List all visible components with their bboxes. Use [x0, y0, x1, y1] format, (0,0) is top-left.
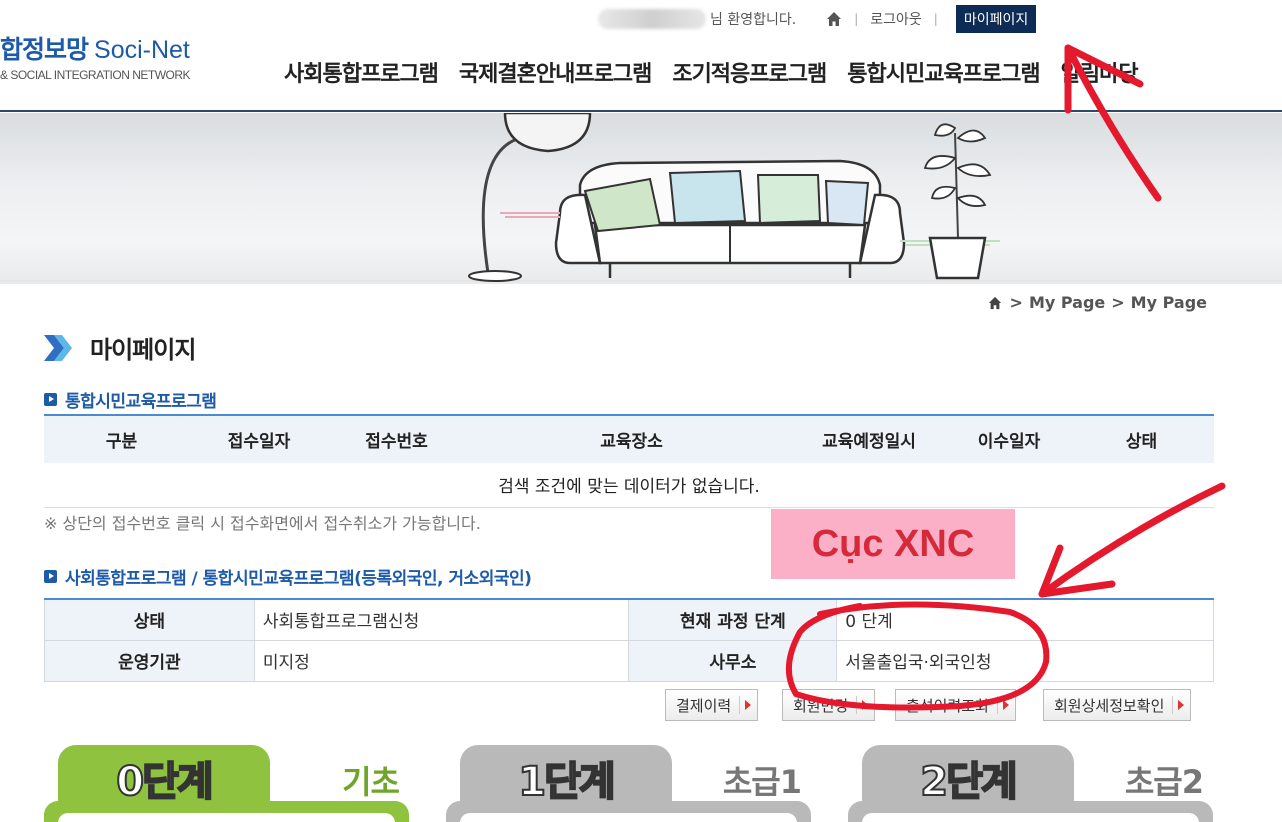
column-header: 이수일자 [949, 414, 1069, 463]
breadcrumb-separator: > [1111, 293, 1125, 312]
stage-number: 1단계 [517, 758, 616, 806]
utility-bar: 님 환영합니다. | 로그아웃 | 마이페이지 [598, 5, 1037, 33]
sofa-illustration [0, 113, 1282, 282]
stage-1-card[interactable]: 1단계 초급1 [446, 745, 811, 822]
double-chevron-icon [44, 334, 72, 361]
bullet-icon [44, 570, 57, 583]
breadcrumb-current: My Page [1130, 293, 1207, 312]
office-value: 서울출입국·외국인청 [836, 639, 1214, 682]
column-header: 교육예정일시 [789, 414, 949, 463]
org-value: 미지정 [253, 639, 630, 682]
civic-education-table: 구분 접수일자 접수번호 교육장소 교육예정일시 이수일자 상태 검색 조건에 … [44, 414, 1214, 508]
logo-subtitle: & SOCIAL INTEGRATION NETWORK [0, 68, 191, 82]
bullet-icon [44, 393, 57, 406]
table-row: 상태 사회통합프로그램신청 현재 과정 단계 0 단계 [44, 598, 1214, 641]
table-header-row: 구분 접수일자 접수번호 교육장소 교육예정일시 이수일자 상태 [44, 414, 1214, 463]
stage-level: 기초 [342, 763, 400, 801]
home-icon[interactable] [826, 11, 842, 27]
page-title-text: 마이페이지 [90, 336, 196, 364]
org-label: 운영기관 [44, 639, 255, 682]
annotation-text: Cục XNC [811, 522, 975, 565]
site-logo[interactable]: 합정보망 Soci-Net & SOCIAL INTEGRATION NETWOR… [0, 30, 191, 82]
main-navigation: 사회통합프로그램 국제결혼안내프로그램 조기적응프로그램 통합시민교육프로그램 … [284, 56, 1159, 88]
table-row: 운영기관 미지정 사무소 서울출입국·외국인청 [44, 639, 1214, 682]
office-label: 사무소 [628, 639, 838, 682]
button-label: 회원변경 [793, 696, 849, 715]
breadcrumb: > My Page > My Page [988, 293, 1207, 312]
divider: | [933, 12, 938, 26]
nav-item-social-integration[interactable]: 사회통합프로그램 [284, 56, 439, 88]
banner-image [0, 113, 1282, 284]
nav-item-intl-marriage[interactable]: 국제결혼안내프로그램 [459, 56, 652, 88]
button-label: 출석이력조회 [906, 696, 989, 715]
logout-link[interactable]: 로그아웃 [870, 9, 922, 29]
stage-card-inner [862, 813, 1199, 822]
empty-message: 검색 조건에 맞는 데이터가 없습니다. [44, 463, 1214, 508]
logo-english: Soci-Net [94, 36, 190, 64]
nav-item-early-adaptation[interactable]: 조기적응프로그램 [672, 56, 827, 88]
breadcrumb-separator: > [1009, 293, 1023, 312]
stage-level: 초급2 [1124, 763, 1204, 801]
table-row: 검색 조건에 맞는 데이터가 없습니다. [44, 463, 1214, 508]
nav-item-civic-education[interactable]: 통합시민교육프로그램 [847, 56, 1040, 88]
section-title: 통합시민교육프로그램 [65, 392, 217, 412]
status-value: 사회통합프로그램신청 [253, 598, 630, 641]
stage-label: 현재 과정 단계 [628, 598, 838, 641]
stage-card-inner [58, 813, 395, 822]
section-title: 사회통합프로그램 / 통합시민교육프로그램(등록외국인, 거소외국인) [65, 569, 532, 589]
blurred-username [598, 9, 706, 29]
arrow-right-icon [1172, 696, 1184, 714]
stage-number: 2단계 [919, 758, 1018, 806]
annotation-label: Cục XNC [771, 509, 1015, 579]
mypage-button[interactable]: 마이페이지 [955, 5, 1037, 33]
column-header: 상태 [1069, 414, 1214, 463]
status-label: 상태 [44, 598, 255, 641]
column-header: 교육장소 [474, 414, 789, 463]
attendance-history-button[interactable]: 출석이력조회 [895, 689, 1016, 721]
arrow-right-icon [856, 696, 868, 714]
stage-number: 0단계 [115, 758, 214, 806]
home-icon[interactable] [988, 296, 1002, 310]
welcome-text: 님 환영합니다. [710, 12, 797, 28]
breadcrumb-item[interactable]: My Page [1029, 293, 1105, 312]
divider: | [854, 12, 859, 26]
button-label: 회원상세정보확인 [1054, 696, 1165, 715]
stage-0-card[interactable]: 0단계 기초 [44, 745, 409, 822]
cancel-note: ※ 상단의 접수번호 클릭 시 접수화면에서 접수취소가 가능합니다. [44, 514, 481, 533]
arrow-right-icon [996, 696, 1009, 714]
site-header: 합정보망 Soci-Net & SOCIAL INTEGRATION NETWOR… [0, 0, 1282, 112]
section-civic-education-heading: 통합시민교육프로그램 [44, 387, 217, 412]
stage-card-inner [460, 813, 797, 822]
arrow-right-icon [739, 696, 751, 714]
column-header: 접수번호 [319, 414, 474, 463]
stage-level: 초급1 [722, 763, 802, 801]
status-info-table: 상태 사회통합프로그램신청 현재 과정 단계 0 단계 운영기관 미지정 사무소… [44, 598, 1214, 682]
nav-item-notice[interactable]: 알림마당 [1061, 56, 1139, 88]
button-label: 결제이력 [676, 696, 732, 715]
logo-korean: 합정보망 [0, 35, 89, 64]
member-change-button[interactable]: 회원변경 [782, 689, 876, 721]
column-header: 구분 [44, 414, 199, 463]
section-social-integration-heading: 사회통합프로그램 / 통합시민교육프로그램(등록외국인, 거소외국인) [44, 564, 532, 589]
page-title: 마이페이지 [44, 330, 196, 365]
stage-2-card[interactable]: 2단계 초급2 [848, 745, 1213, 822]
payment-history-button[interactable]: 결제이력 [665, 689, 759, 721]
member-detail-button[interactable]: 회원상세정보확인 [1043, 689, 1192, 721]
column-header: 접수일자 [199, 414, 319, 463]
stage-value: 0 단계 [836, 598, 1214, 641]
